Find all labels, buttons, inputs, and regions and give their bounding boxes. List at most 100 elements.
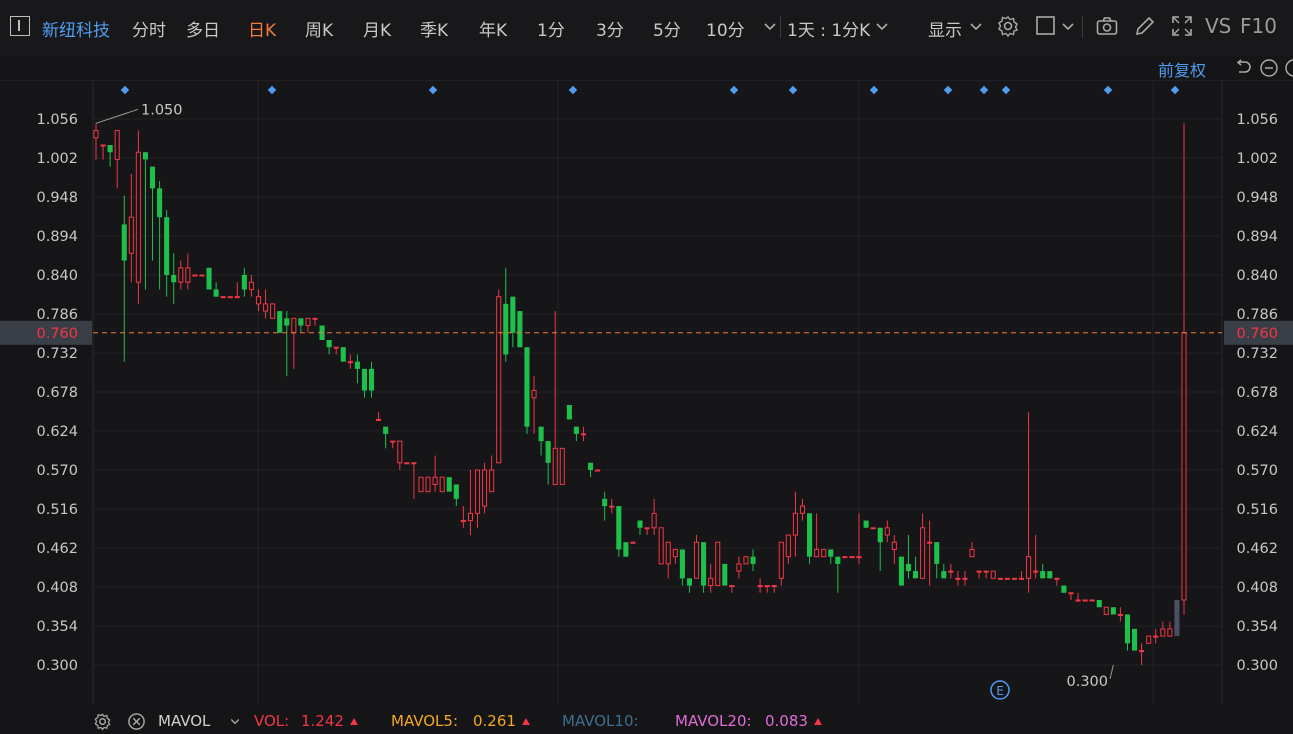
tab-period-10[interactable]: 10分 xyxy=(706,16,745,41)
price-tick-left: 0.894 xyxy=(36,229,78,245)
adjust-mode-button[interactable]: 前复权 xyxy=(1158,57,1206,81)
candle-body-up xyxy=(580,433,587,436)
zoom-out-icon[interactable] xyxy=(1259,58,1279,78)
stock-name[interactable]: 新纽科技 xyxy=(42,16,110,41)
interval-selector[interactable]: 1天 : 1分K xyxy=(787,16,870,41)
candle-body-up xyxy=(234,296,240,299)
candle-body-down xyxy=(1061,585,1067,593)
candle-body-down xyxy=(573,426,579,434)
candle-body-down xyxy=(934,542,940,564)
candle-body-down xyxy=(722,563,728,586)
price-tick-left: 0.462 xyxy=(36,541,78,557)
chevron-down-icon[interactable] xyxy=(870,14,894,38)
fullscreen-icon[interactable] xyxy=(1170,14,1194,38)
price-tick-left: 0.786 xyxy=(36,307,78,323)
candle-body-down xyxy=(877,527,883,543)
candle-body-up xyxy=(1054,577,1060,580)
gear-icon[interactable] xyxy=(93,712,112,731)
candle-body-down xyxy=(1110,607,1116,615)
toolbar-divider xyxy=(780,16,781,38)
chevron-down-icon[interactable] xyxy=(964,14,988,38)
tab-period-4[interactable]: 月K xyxy=(363,16,391,41)
candle-body-up xyxy=(376,418,382,421)
candle-body-up xyxy=(128,216,134,254)
candle-body-up xyxy=(693,541,700,579)
price-tick-right: 0.948 xyxy=(1236,190,1278,206)
chevron-down-icon[interactable] xyxy=(1056,14,1080,38)
candle-body-up xyxy=(764,585,770,588)
up-arrow-icon xyxy=(521,718,530,725)
gear-icon[interactable] xyxy=(996,14,1020,38)
candle-body-up xyxy=(1153,635,1159,638)
low-price-label: 0.300 xyxy=(1066,674,1108,690)
candle-body-down xyxy=(157,188,163,218)
candle-body-up xyxy=(821,548,827,558)
square-icon[interactable] xyxy=(1034,14,1058,38)
price-tick-right: 1.002 xyxy=(1236,151,1278,167)
tab-period-2[interactable]: 日K xyxy=(248,16,276,41)
candle-body-down xyxy=(121,224,127,261)
candle-body-down xyxy=(206,267,212,290)
tab-period-5[interactable]: 季K xyxy=(420,16,448,41)
candle-body-up xyxy=(135,151,141,283)
mavol20-value: 0.083 xyxy=(765,712,822,730)
zoom-in-icon[interactable] xyxy=(1284,58,1293,78)
price-tick-left: 0.300 xyxy=(36,658,78,674)
candle-body-up xyxy=(814,548,820,558)
candle-body-down xyxy=(326,340,332,348)
tab-period-3[interactable]: 周K xyxy=(305,16,333,41)
price-tick-right: 0.570 xyxy=(1236,463,1278,479)
candle-body-up xyxy=(983,570,989,573)
candle-body-up xyxy=(347,361,353,364)
up-arrow-icon xyxy=(813,718,822,725)
price-tick-left: 0.840 xyxy=(36,268,78,284)
candle-body-down xyxy=(524,347,530,427)
candle-body-up xyxy=(1139,650,1145,653)
candle-body-up xyxy=(496,296,502,464)
camera-icon[interactable] xyxy=(1095,14,1119,38)
candle-body-down xyxy=(1047,571,1053,579)
f10-button[interactable]: F10 xyxy=(1240,14,1277,38)
stock-selector-icon[interactable] xyxy=(10,16,30,36)
candle-body-up xyxy=(799,505,806,514)
candle-body-up xyxy=(390,440,396,443)
tab-period-7[interactable]: 1分 xyxy=(537,16,565,41)
candle-body-down xyxy=(107,145,113,153)
candle-body-up xyxy=(644,527,650,530)
candle-body-up xyxy=(1011,577,1017,580)
kline-chart[interactable]: 1.056 1.056 1.002 1.002 0.948 0.948 0.894 0.894… xyxy=(0,80,1293,704)
indicator-name[interactable]: MAVOL xyxy=(158,712,210,730)
tab-period-1[interactable]: 多日 xyxy=(186,16,220,41)
candle-body-down xyxy=(298,318,304,326)
undo-icon[interactable] xyxy=(1232,58,1252,78)
candle-body-down xyxy=(912,571,919,579)
candle-body-up xyxy=(997,577,1003,580)
candle-body-down xyxy=(284,318,290,326)
pencil-icon[interactable] xyxy=(1133,14,1157,38)
tab-period-9[interactable]: 5分 xyxy=(653,16,681,41)
vs-compare-button[interactable]: VS xyxy=(1205,14,1231,38)
candle-body-up xyxy=(93,130,99,139)
chevron-down-icon[interactable] xyxy=(758,14,782,38)
candle-body-down xyxy=(750,556,756,564)
candle-body-up xyxy=(771,585,777,588)
tab-period-6[interactable]: 年K xyxy=(479,16,507,41)
candle-body-down xyxy=(807,513,813,557)
display-menu[interactable]: 显示 xyxy=(928,16,962,41)
price-tick-right: 1.056 xyxy=(1236,112,1278,128)
event-e-label: E xyxy=(996,684,1004,698)
candle-body-up xyxy=(884,527,890,536)
candle-body-up xyxy=(1167,628,1173,637)
candle-body-down xyxy=(1040,571,1046,579)
chevron-down-icon[interactable] xyxy=(226,712,244,730)
tab-period-0[interactable]: 分时 xyxy=(132,16,166,41)
candle-body-down xyxy=(446,477,452,492)
candle-body-up xyxy=(1068,592,1074,595)
close-icon[interactable] xyxy=(127,712,146,731)
candle-body-up xyxy=(891,541,897,550)
candle-body-up xyxy=(1181,332,1187,601)
tab-period-8[interactable]: 3分 xyxy=(596,16,624,41)
candle-body-up xyxy=(411,462,417,465)
candle-body-up xyxy=(1082,599,1088,602)
toolbar-divider xyxy=(1082,16,1083,38)
